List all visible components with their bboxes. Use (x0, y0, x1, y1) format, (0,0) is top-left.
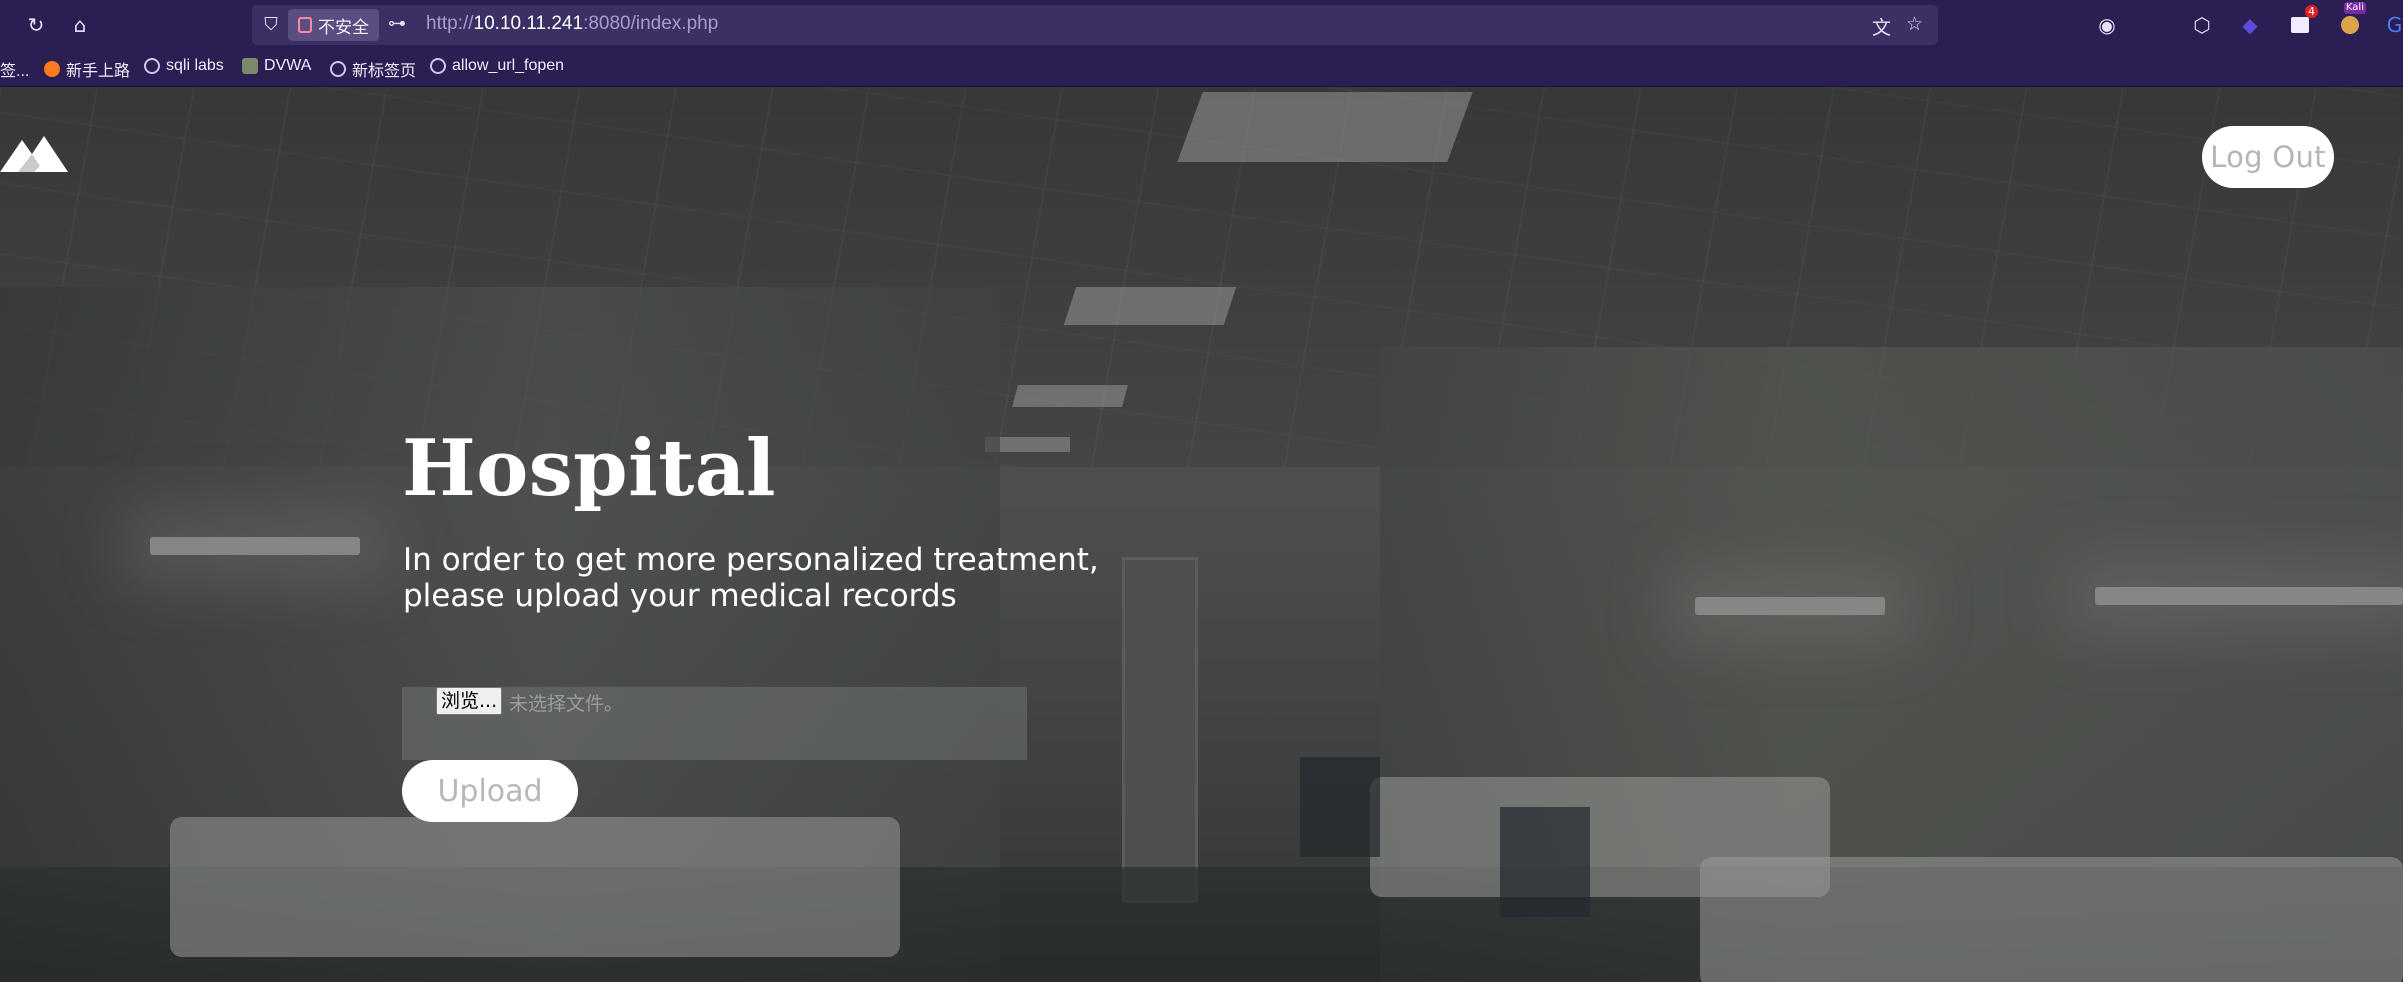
url-path: :8080/index.php (583, 13, 719, 34)
page-subtitle: In order to get more personalized treatm… (403, 542, 1163, 614)
extension-g-icon[interactable]: G (2386, 11, 2403, 39)
bookmark-item[interactable]: 签... (0, 57, 29, 81)
web-page: Log Out Hospital In order to get more pe… (0, 87, 2403, 982)
extensions-icon[interactable]: ⬡ (2188, 11, 2216, 39)
kali-tag: Kali (2343, 2, 2366, 14)
bookmark-star-icon[interactable]: ☆ (1906, 13, 1923, 35)
bookmark-label: 新标签页 (352, 63, 417, 80)
browser-toolbar: ↻ ⌂ ⛉ 不安全 ⊶ http://10.10.11.241:8080/ind… (0, 0, 2403, 50)
subtitle-line: In order to get more personalized treatm… (403, 542, 1099, 578)
bookmark-item[interactable]: sqli labs (144, 57, 224, 75)
shield-icon[interactable]: ⛉ (260, 14, 282, 36)
upload-button[interactable]: Upload (402, 760, 578, 822)
bookmark-label: allow_url_fopen (452, 57, 565, 74)
globe-icon (144, 58, 160, 74)
bookmark-item[interactable]: allow_url_fopen (430, 57, 564, 75)
bookmark-item[interactable]: DVWA (242, 57, 311, 75)
extension-layers-icon[interactable]: ◆ (2236, 11, 2264, 39)
file-input-area[interactable]: 浏览... 未选择文件。 (402, 687, 1027, 760)
bookmark-label: sqli labs (166, 57, 224, 74)
globe-icon (330, 61, 346, 77)
bookmark-label: 签... (0, 63, 30, 80)
no-file-label: 未选择文件。 (509, 693, 624, 715)
url-prefix: http:// (426, 13, 474, 34)
extension-mail-icon[interactable]: 4 (2286, 5, 2318, 39)
bookmarks-bar: 签... 新手上路 sqli labs DVWA 新标签页 allow_url_… (0, 50, 2403, 87)
home-icon[interactable]: ⌂ (67, 12, 93, 38)
url-text[interactable]: http://10.10.11.241:8080/index.php (426, 13, 718, 35)
mountain-logo-icon[interactable] (0, 132, 68, 172)
key-icon[interactable]: ⊶ (388, 13, 406, 34)
bookmark-item[interactable]: 新标签页 (330, 57, 416, 81)
globe-icon (430, 58, 446, 74)
page-title: Hospital (402, 423, 777, 514)
security-label: 不安全 (318, 17, 369, 38)
dvwa-icon (242, 58, 258, 74)
translate-icon[interactable]: 文 (1872, 13, 1891, 40)
lock-icon (298, 17, 312, 33)
kali-extension-icon[interactable]: Kali (2336, 2, 2366, 39)
security-indicator[interactable]: 不安全 (288, 9, 379, 41)
url-host: 10.10.11.241 (473, 13, 584, 34)
dark-overlay (0, 87, 2403, 982)
reload-icon[interactable]: ↻ (23, 12, 49, 38)
bookmark-label: 新手上路 (66, 63, 131, 80)
firefox-icon (44, 61, 60, 77)
logout-button[interactable]: Log Out (2202, 126, 2334, 188)
browse-button[interactable]: 浏览... (436, 687, 503, 715)
address-bar[interactable]: ⛉ 不安全 ⊶ http://10.10.11.241:8080/index.p… (252, 5, 1938, 45)
bookmark-item[interactable]: 新手上路 (44, 57, 130, 81)
subtitle-line: please upload your medical records (403, 578, 957, 614)
bookmark-label: DVWA (264, 57, 312, 74)
extension-badge: 4 (2305, 5, 2318, 18)
account-icon[interactable]: ◉ (2093, 11, 2121, 39)
